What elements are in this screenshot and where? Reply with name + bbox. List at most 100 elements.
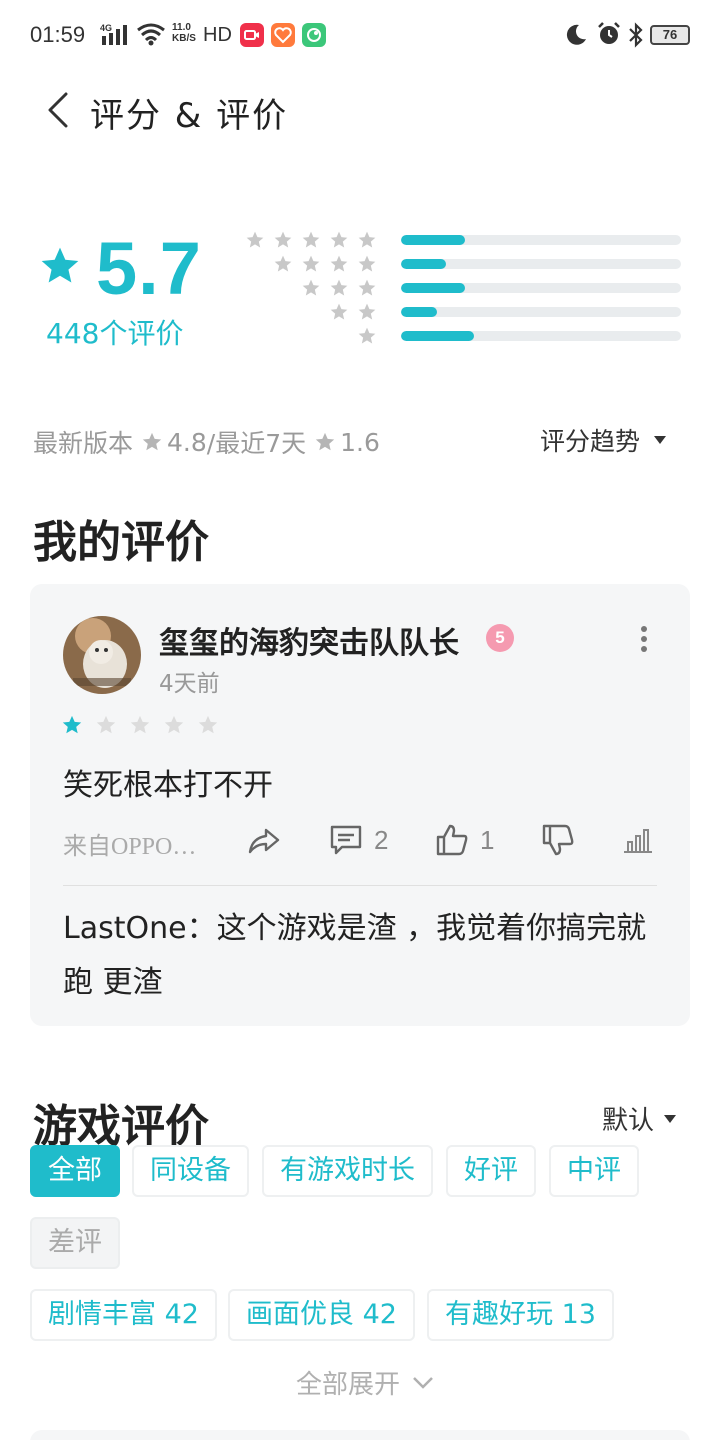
distribution-bar-fill: [401, 307, 438, 317]
star-icon: [301, 254, 321, 274]
star-icon: [301, 230, 321, 250]
distribution-bar-fill: [401, 283, 466, 293]
like-count: 1: [480, 824, 495, 855]
star-icon: [357, 254, 377, 274]
filter-neutral[interactable]: 中评: [549, 1145, 639, 1197]
comment-icon: [330, 825, 362, 855]
game-app-icon: [302, 23, 326, 47]
filter-play-time[interactable]: 有游戏时长: [262, 1145, 433, 1197]
thumbs-up-icon: [436, 824, 468, 856]
star-icon: [357, 230, 377, 250]
reply-text: LastOne：这个游戏是渣 ，我觉着你搞完就跑 更渣: [63, 911, 647, 1000]
status-time: 01:59: [30, 22, 86, 47]
star-icon: [329, 254, 349, 274]
distribution-bar-track: [401, 283, 681, 293]
expand-all-button[interactable]: 全部展开: [296, 1364, 434, 1401]
more-options-icon[interactable]: [636, 624, 652, 654]
like-button[interactable]: 1: [434, 820, 494, 860]
tag-story[interactable]: 剧情丰富 42: [30, 1289, 217, 1341]
sort-label: 默认: [602, 1106, 655, 1136]
star-icon: [142, 432, 162, 451]
star-icon: [41, 247, 79, 283]
net-speed: 11.0 KB/S: [172, 22, 196, 44]
hd-indicator: HD: [203, 24, 232, 46]
latest-version-label: 最新版本: [33, 429, 134, 458]
rating-score: 5.7: [96, 227, 202, 310]
thumbs-down-icon: [542, 824, 574, 856]
review-stars: [61, 714, 219, 736]
avatar[interactable]: [63, 616, 141, 694]
rating-trend-label: 评分趋势: [540, 427, 641, 456]
empty-star-icon: [95, 714, 117, 736]
battery-indicator: 76: [650, 25, 690, 45]
distribution-bar-track: [401, 259, 681, 269]
distribution-row: [255, 326, 685, 346]
bluetooth-icon: [629, 22, 643, 48]
empty-star-icon: [129, 714, 151, 736]
review-source: 来自OPPO…: [63, 834, 197, 860]
stats-button[interactable]: [620, 820, 656, 860]
empty-star-icon: [197, 714, 219, 736]
share-icon: [248, 828, 280, 854]
star-icon: [329, 278, 349, 298]
chevron-down-icon: [413, 1376, 433, 1389]
alarm-icon: [598, 22, 620, 44]
distribution-bar-fill: [401, 235, 466, 245]
version-rating-info: 最新版本 4.8 /最近7天 1.6: [33, 424, 380, 460]
net-speed-unit: KB/S: [172, 33, 196, 44]
review-text: 笑死根本打不开: [63, 768, 273, 803]
star-icon: [329, 230, 349, 250]
latest-version-score: 4.8: [167, 427, 207, 457]
comment-count: 2: [374, 824, 389, 855]
rating-trend-button[interactable]: 评分趋势: [540, 422, 667, 458]
signal-icon: 4G: [100, 23, 127, 45]
caret-down-icon: [654, 436, 667, 444]
star-icon: [329, 302, 349, 322]
moon-icon: [566, 24, 586, 45]
distribution-bar-track: [401, 331, 681, 341]
distribution-bar-track: [401, 235, 681, 245]
review-time: 4天前: [159, 671, 220, 697]
star-icon: [273, 230, 293, 250]
my-review-title: 我的评价: [33, 517, 209, 568]
star-icon: [301, 278, 321, 298]
tag-fun[interactable]: 有趣好玩 13: [427, 1289, 614, 1341]
star-icon: [357, 302, 377, 322]
filter-negative[interactable]: 差评: [30, 1217, 120, 1269]
caret-down-icon: [664, 1114, 677, 1123]
filled-star-icon: [61, 714, 83, 736]
comment-button[interactable]: 2: [328, 820, 388, 860]
recent-days-label: /最近7天: [206, 429, 307, 458]
star-icon: [245, 230, 265, 250]
username[interactable]: 玺玺的海豹突击队队长: [159, 618, 459, 662]
wifi-icon: [137, 23, 165, 46]
sort-dropdown[interactable]: 默认: [602, 1100, 677, 1137]
signal-type-label: 4G: [100, 23, 112, 33]
star-icon: [273, 254, 293, 274]
distribution-row: [246, 230, 685, 250]
share-button[interactable]: [246, 820, 282, 860]
filter-same-device[interactable]: 同设备: [132, 1145, 249, 1197]
my-review-card: 玺玺的海豹突击队队长 5 4天前 笑死根本打不开 来自OPPO… 2 1 Las…: [30, 584, 690, 1026]
distribution-row: [255, 254, 685, 274]
level-badge: 5: [486, 624, 514, 652]
distribution-bar-fill: [401, 331, 474, 341]
distribution-bar-track: [401, 307, 681, 317]
next-review-card: [30, 1430, 690, 1440]
distribution-row: [255, 278, 685, 298]
filter-all[interactable]: 全部: [30, 1145, 120, 1197]
page-title: 评分 & 评价: [90, 96, 289, 136]
expand-all-label: 全部展开: [296, 1370, 401, 1400]
rating-count: 448个评价: [46, 317, 184, 350]
filter-positive[interactable]: 好评: [446, 1145, 536, 1197]
video-app-icon: [240, 23, 264, 47]
star-icon: [357, 278, 377, 298]
dislike-button[interactable]: [540, 820, 576, 860]
divider: [63, 885, 657, 886]
tag-graphics[interactable]: 画面优良 42: [228, 1289, 415, 1341]
net-speed-value: 11.0: [172, 22, 191, 33]
status-bar: 01:59 4G 11.0 KB/S HD 76: [0, 0, 720, 70]
back-arrow-icon[interactable]: [44, 90, 72, 130]
star-icon: [357, 326, 377, 346]
star-icon: [315, 432, 335, 451]
